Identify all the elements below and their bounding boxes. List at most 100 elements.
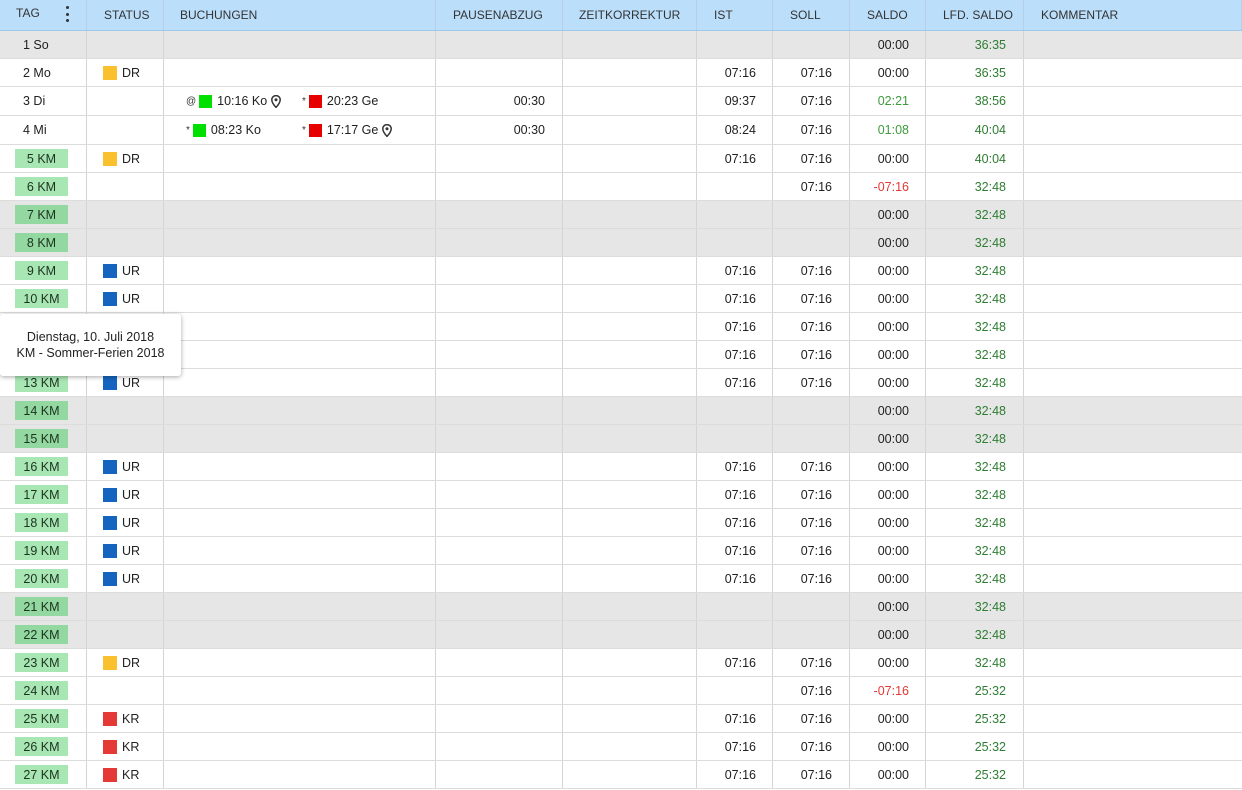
cell-status[interactable] bbox=[87, 593, 164, 620]
cell-status[interactable]: UR bbox=[87, 537, 164, 564]
cell-zeitkorrektur[interactable] bbox=[563, 116, 697, 144]
cell-pausenabzug[interactable] bbox=[436, 733, 563, 760]
column-header-kommentar[interactable]: KOMMENTAR bbox=[1024, 0, 1242, 30]
table-row[interactable]: 21 KM 00:00 32:48 bbox=[0, 593, 1242, 621]
table-row[interactable]: 9 KM UR 07:16 07:16 00:00 32:48 bbox=[0, 257, 1242, 285]
cell-buchungen[interactable] bbox=[164, 565, 436, 592]
cell-tag[interactable]: 21 KM bbox=[0, 593, 87, 620]
cell-buchungen[interactable] bbox=[164, 257, 436, 284]
cell-pausenabzug[interactable] bbox=[436, 59, 563, 86]
cell-zeitkorrektur[interactable] bbox=[563, 649, 697, 676]
cell-buchungen[interactable] bbox=[164, 705, 436, 732]
cell-zeitkorrektur[interactable] bbox=[563, 257, 697, 284]
cell-pausenabzug[interactable] bbox=[436, 31, 563, 58]
table-row[interactable]: 15 KM 00:00 32:48 bbox=[0, 425, 1242, 453]
cell-tag[interactable]: 19 KM bbox=[0, 537, 87, 564]
table-row[interactable]: 19 KM UR 07:16 07:16 00:00 32:48 bbox=[0, 537, 1242, 565]
cell-status[interactable]: UR bbox=[87, 257, 164, 284]
cell-zeitkorrektur[interactable] bbox=[563, 201, 697, 228]
cell-pausenabzug[interactable] bbox=[436, 145, 563, 172]
column-header-lfd-saldo[interactable]: LFD. SALDO bbox=[926, 0, 1024, 30]
column-header-soll[interactable]: SOLL bbox=[773, 0, 850, 30]
cell-buchungen[interactable] bbox=[164, 369, 436, 396]
cell-status[interactable]: UR bbox=[87, 481, 164, 508]
column-header-buchungen[interactable]: BUCHUNGEN bbox=[164, 0, 436, 30]
cell-status[interactable]: UR bbox=[87, 453, 164, 480]
cell-tag[interactable]: 20 KM bbox=[0, 565, 87, 592]
table-row[interactable]: 22 KM 00:00 32:48 bbox=[0, 621, 1242, 649]
cell-buchungen[interactable]: * 08:23 Ko * 17:17 Ge bbox=[164, 116, 436, 144]
table-row[interactable]: 23 KM DR 07:16 07:16 00:00 32:48 bbox=[0, 649, 1242, 677]
cell-kommentar[interactable] bbox=[1024, 59, 1242, 86]
cell-tag[interactable]: 26 KM bbox=[0, 733, 87, 760]
booking-entry[interactable]: * 08:23 Ko bbox=[186, 123, 261, 137]
cell-tag[interactable]: 9 KM bbox=[0, 257, 87, 284]
cell-zeitkorrektur[interactable] bbox=[563, 733, 697, 760]
cell-zeitkorrektur[interactable] bbox=[563, 705, 697, 732]
cell-tag[interactable]: 3 Di bbox=[0, 87, 87, 115]
column-header-status[interactable]: STATUS bbox=[87, 0, 164, 30]
cell-status[interactable] bbox=[87, 31, 164, 58]
cell-buchungen[interactable] bbox=[164, 397, 436, 424]
cell-tag[interactable]: 24 KM bbox=[0, 677, 87, 704]
table-row[interactable]: 17 KM UR 07:16 07:16 00:00 32:48 bbox=[0, 481, 1242, 509]
table-row[interactable]: 13 KM UR 07:16 07:16 00:00 32:48 bbox=[0, 369, 1242, 397]
cell-kommentar[interactable] bbox=[1024, 649, 1242, 676]
cell-zeitkorrektur[interactable] bbox=[563, 229, 697, 256]
cell-buchungen[interactable] bbox=[164, 341, 436, 368]
cell-pausenabzug[interactable] bbox=[436, 537, 563, 564]
cell-zeitkorrektur[interactable] bbox=[563, 453, 697, 480]
cell-kommentar[interactable] bbox=[1024, 173, 1242, 200]
cell-zeitkorrektur[interactable] bbox=[563, 59, 697, 86]
cell-buchungen[interactable] bbox=[164, 481, 436, 508]
cell-status[interactable]: DR bbox=[87, 649, 164, 676]
cell-kommentar[interactable] bbox=[1024, 509, 1242, 536]
cell-kommentar[interactable] bbox=[1024, 761, 1242, 788]
cell-zeitkorrektur[interactable] bbox=[563, 285, 697, 312]
cell-zeitkorrektur[interactable] bbox=[563, 425, 697, 452]
table-row[interactable]: 14 KM 00:00 32:48 bbox=[0, 397, 1242, 425]
cell-zeitkorrektur[interactable] bbox=[563, 621, 697, 648]
cell-tag[interactable]: 8 KM bbox=[0, 229, 87, 256]
cell-buchungen[interactable] bbox=[164, 509, 436, 536]
cell-tag[interactable]: 10 KM bbox=[0, 285, 87, 312]
cell-kommentar[interactable] bbox=[1024, 621, 1242, 648]
cell-tag[interactable]: 25 KM bbox=[0, 705, 87, 732]
cell-tag[interactable]: 23 KM bbox=[0, 649, 87, 676]
cell-kommentar[interactable] bbox=[1024, 313, 1242, 340]
cell-tag[interactable]: 5 KM bbox=[0, 145, 87, 172]
cell-tag[interactable]: 2 Mo bbox=[0, 59, 87, 86]
cell-kommentar[interactable] bbox=[1024, 453, 1242, 480]
table-row[interactable]: 2 Mo DR 07:16 07:16 00:00 36:35 bbox=[0, 59, 1242, 87]
cell-status[interactable]: UR bbox=[87, 285, 164, 312]
cell-pausenabzug[interactable] bbox=[436, 341, 563, 368]
cell-tag[interactable]: 6 KM bbox=[0, 173, 87, 200]
table-row[interactable]: 4 Mi * 08:23 Ko * 17:17 Ge 00:30 08:24 07:16 01:… bbox=[0, 116, 1242, 145]
cell-zeitkorrektur[interactable] bbox=[563, 341, 697, 368]
cell-kommentar[interactable] bbox=[1024, 341, 1242, 368]
booking-entry[interactable]: @10:16 Ko bbox=[186, 94, 282, 109]
cell-status[interactable]: KR bbox=[87, 733, 164, 760]
table-row[interactable]: 18 KM UR 07:16 07:16 00:00 32:48 bbox=[0, 509, 1242, 537]
cell-kommentar[interactable] bbox=[1024, 565, 1242, 592]
cell-pausenabzug[interactable] bbox=[436, 761, 563, 788]
cell-kommentar[interactable] bbox=[1024, 285, 1242, 312]
cell-status[interactable] bbox=[87, 621, 164, 648]
column-header-ist[interactable]: IST bbox=[697, 0, 773, 30]
table-row[interactable]: 3 Di @10:16 Ko * 20:23 Ge 00:30 09:37 07:16 02:… bbox=[0, 87, 1242, 116]
cell-pausenabzug[interactable] bbox=[436, 677, 563, 704]
table-row[interactable]: 11 KMUR07:1607:1600:0032:48 bbox=[0, 313, 1242, 341]
cell-zeitkorrektur[interactable] bbox=[563, 31, 697, 58]
table-row[interactable]: 1 So 00:00 36:35 bbox=[0, 31, 1242, 59]
cell-kommentar[interactable] bbox=[1024, 425, 1242, 452]
cell-pausenabzug[interactable] bbox=[436, 649, 563, 676]
cell-tag[interactable]: 14 KM bbox=[0, 397, 87, 424]
cell-zeitkorrektur[interactable] bbox=[563, 537, 697, 564]
cell-buchungen[interactable] bbox=[164, 313, 436, 340]
cell-status[interactable]: DR bbox=[87, 145, 164, 172]
cell-kommentar[interactable] bbox=[1024, 537, 1242, 564]
cell-tag[interactable]: 4 Mi bbox=[0, 116, 87, 144]
table-row[interactable]: 26 KM KR 07:16 07:16 00:00 25:32 bbox=[0, 733, 1242, 761]
cell-pausenabzug[interactable] bbox=[436, 621, 563, 648]
cell-buchungen[interactable] bbox=[164, 425, 436, 452]
